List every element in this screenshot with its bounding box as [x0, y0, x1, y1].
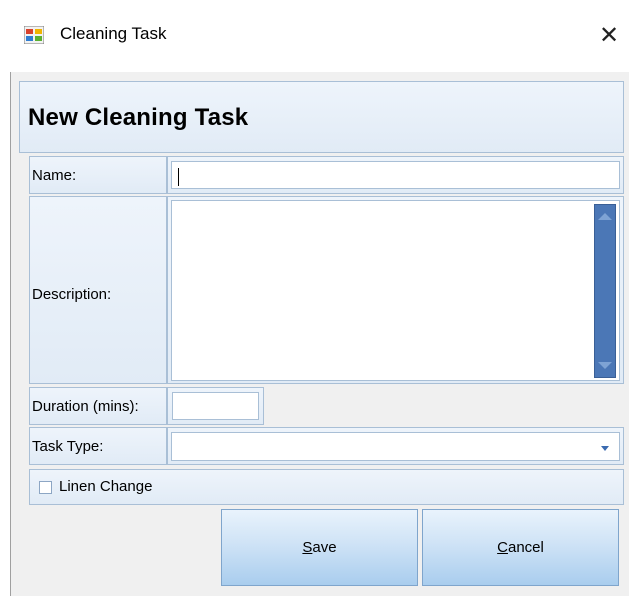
window-title: Cleaning Task [60, 24, 167, 43]
description-label: Description: [32, 286, 112, 303]
duration-input-cell [167, 387, 264, 425]
cancel-label: ancel [507, 539, 544, 556]
cleaning-task-window: Cleaning Task ✕ New Cleaning Task Name: … [0, 0, 629, 596]
task-type-input-cell [167, 427, 624, 465]
cancel-mnemonic: C [497, 539, 508, 556]
linen-change-checkbox[interactable] [39, 481, 52, 494]
scroll-down-icon[interactable] [598, 362, 612, 369]
task-type-dropdown[interactable] [171, 432, 620, 461]
save-button[interactable]: Save [221, 509, 418, 586]
description-label-cell: Description: [29, 196, 167, 384]
name-label-cell: Name: [29, 156, 167, 194]
form-icon [24, 26, 44, 44]
name-input-cell [167, 156, 624, 194]
duration-label: Duration (mins): [32, 398, 139, 415]
scroll-up-icon[interactable] [598, 213, 612, 220]
name-label: Name: [32, 167, 77, 184]
close-button[interactable]: ✕ [594, 18, 624, 52]
cancel-button[interactable]: Cancel [422, 509, 619, 586]
save-label: ave [312, 539, 337, 556]
task-type-label-cell: Task Type: [29, 427, 167, 465]
description-input-cell [167, 196, 624, 384]
title-bar: Cleaning Task ✕ [0, 0, 629, 72]
form-header: New Cleaning Task [19, 81, 624, 153]
chevron-down-icon[interactable] [601, 446, 609, 451]
text-caret [178, 168, 179, 186]
duration-input[interactable] [172, 392, 259, 420]
name-input[interactable] [171, 161, 620, 189]
form-heading: New Cleaning Task [28, 104, 249, 131]
save-mnemonic: S [302, 539, 313, 556]
linen-change-row: Linen Change [29, 469, 624, 505]
vertical-scrollbar[interactable] [594, 204, 616, 378]
linen-change-label[interactable]: Linen Change [59, 478, 152, 495]
duration-label-cell: Duration (mins): [29, 387, 167, 425]
description-textarea[interactable] [171, 200, 620, 381]
close-icon: ✕ [598, 21, 620, 49]
task-type-label: Task Type: [32, 438, 104, 455]
